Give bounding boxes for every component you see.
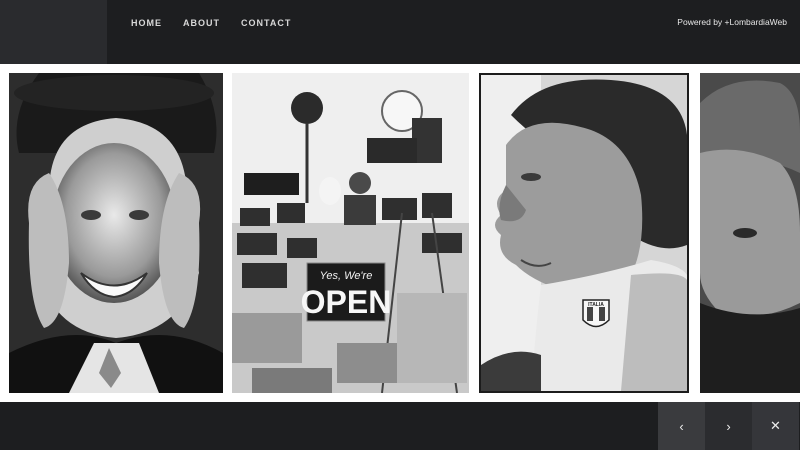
powered-by-text: Powered by +LombardiaWeb	[677, 17, 787, 27]
top-bar: HOME ABOUT CONTACT Powered by +Lombardia…	[0, 0, 800, 64]
gallery-photo-man-partial[interactable]	[700, 73, 800, 393]
sign-line-1: Yes, We're	[320, 270, 373, 282]
nav-home-link[interactable]: HOME	[131, 18, 162, 28]
chevron-right-icon: ›	[726, 418, 731, 434]
main-nav: HOME ABOUT CONTACT	[131, 0, 291, 46]
nav-contact-link[interactable]: CONTACT	[241, 18, 291, 28]
italia-badge: ITALIA	[582, 299, 610, 328]
next-button[interactable]: ›	[705, 402, 752, 450]
man-partial-photo-image	[700, 73, 800, 393]
gallery-photo-cameras[interactable]: Yes, We're OPEN	[232, 73, 469, 393]
bottom-bar: ‹ › ✕	[0, 402, 800, 450]
photo-gallery: Yes, We're OPEN ITALIA	[0, 64, 800, 402]
chevron-left-icon: ‹	[679, 418, 684, 434]
woman-photo-image	[9, 73, 223, 393]
man-profile-photo-image: ITALIA	[481, 75, 687, 391]
gallery-photo-man-profile[interactable]: ITALIA	[479, 73, 689, 393]
gallery-photo-woman[interactable]	[9, 73, 223, 393]
sign-line-2: OPEN	[301, 284, 392, 320]
close-button[interactable]: ✕	[752, 402, 799, 450]
logo-block[interactable]	[0, 0, 107, 64]
close-icon: ✕	[770, 418, 781, 433]
cameras-photo-image: Yes, We're OPEN	[232, 73, 469, 393]
italia-badge-text: ITALIA	[588, 302, 604, 308]
prev-button[interactable]: ‹	[658, 402, 705, 450]
nav-about-link[interactable]: ABOUT	[183, 18, 220, 28]
